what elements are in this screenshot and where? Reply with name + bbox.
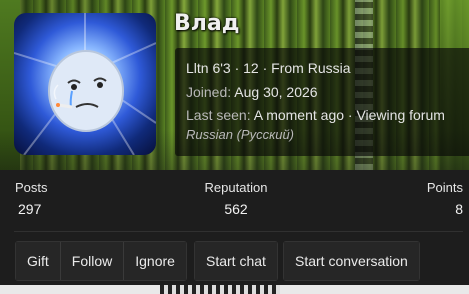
stats-bar: Posts 297 Reputation 562 Points 8 [0, 170, 469, 232]
start-conversation-button[interactable]: Start conversation [284, 242, 419, 280]
stat-reputation-value[interactable]: 562 [200, 201, 272, 217]
profile-banner: Влад Lltn 6'3 · 12 · From Russia Joined:… [0, 0, 469, 170]
stat-posts[interactable]: Posts 297 [15, 180, 48, 217]
last-seen-value[interactable]: A moment ago · Viewing forum [254, 107, 445, 123]
start-chat-button[interactable]: Start chat [195, 242, 277, 280]
avatar[interactable] [14, 13, 156, 155]
stat-points-value[interactable]: 8 [427, 201, 463, 217]
page-background-strip [0, 285, 469, 294]
action-group-conversation: Start conversation [283, 241, 420, 281]
member-blurb: Lltn 6'3 · 12 · From Russia [186, 60, 351, 76]
joined-date: Aug 30, 2026 [234, 84, 318, 100]
background-decoration [160, 285, 280, 294]
ignore-button[interactable]: Ignore [124, 242, 186, 280]
stat-points-label: Points [426, 180, 463, 195]
gift-button[interactable]: Gift [16, 242, 61, 280]
stat-posts-label: Posts [15, 180, 48, 195]
avatar-icon [14, 13, 156, 155]
stat-reputation-label: Reputation [204, 180, 268, 195]
last-seen-label: Last seen: [186, 107, 251, 123]
stat-points[interactable]: Points 8 [427, 180, 463, 217]
follow-button[interactable]: Follow [60, 242, 125, 280]
language: Russian (Русский) [186, 127, 295, 142]
action-group-chat: Start chat [194, 241, 278, 281]
joined-label: Joined: [186, 84, 232, 100]
action-group-social: Gift Follow Ignore [15, 241, 187, 281]
member-card: Влад Lltn 6'3 · 12 · From Russia Joined:… [0, 0, 469, 294]
stat-posts-value[interactable]: 297 [15, 201, 48, 217]
last-seen-row: Last seen: A moment ago · Viewing forum [186, 107, 445, 123]
joined-row: Joined: Aug 30, 2026 [186, 84, 318, 100]
username[interactable]: Влад [174, 11, 240, 36]
member-info-panel: Lltn 6'3 · 12 · From Russia Joined: Aug … [175, 48, 469, 156]
stat-reputation[interactable]: Reputation 562 [200, 180, 272, 217]
